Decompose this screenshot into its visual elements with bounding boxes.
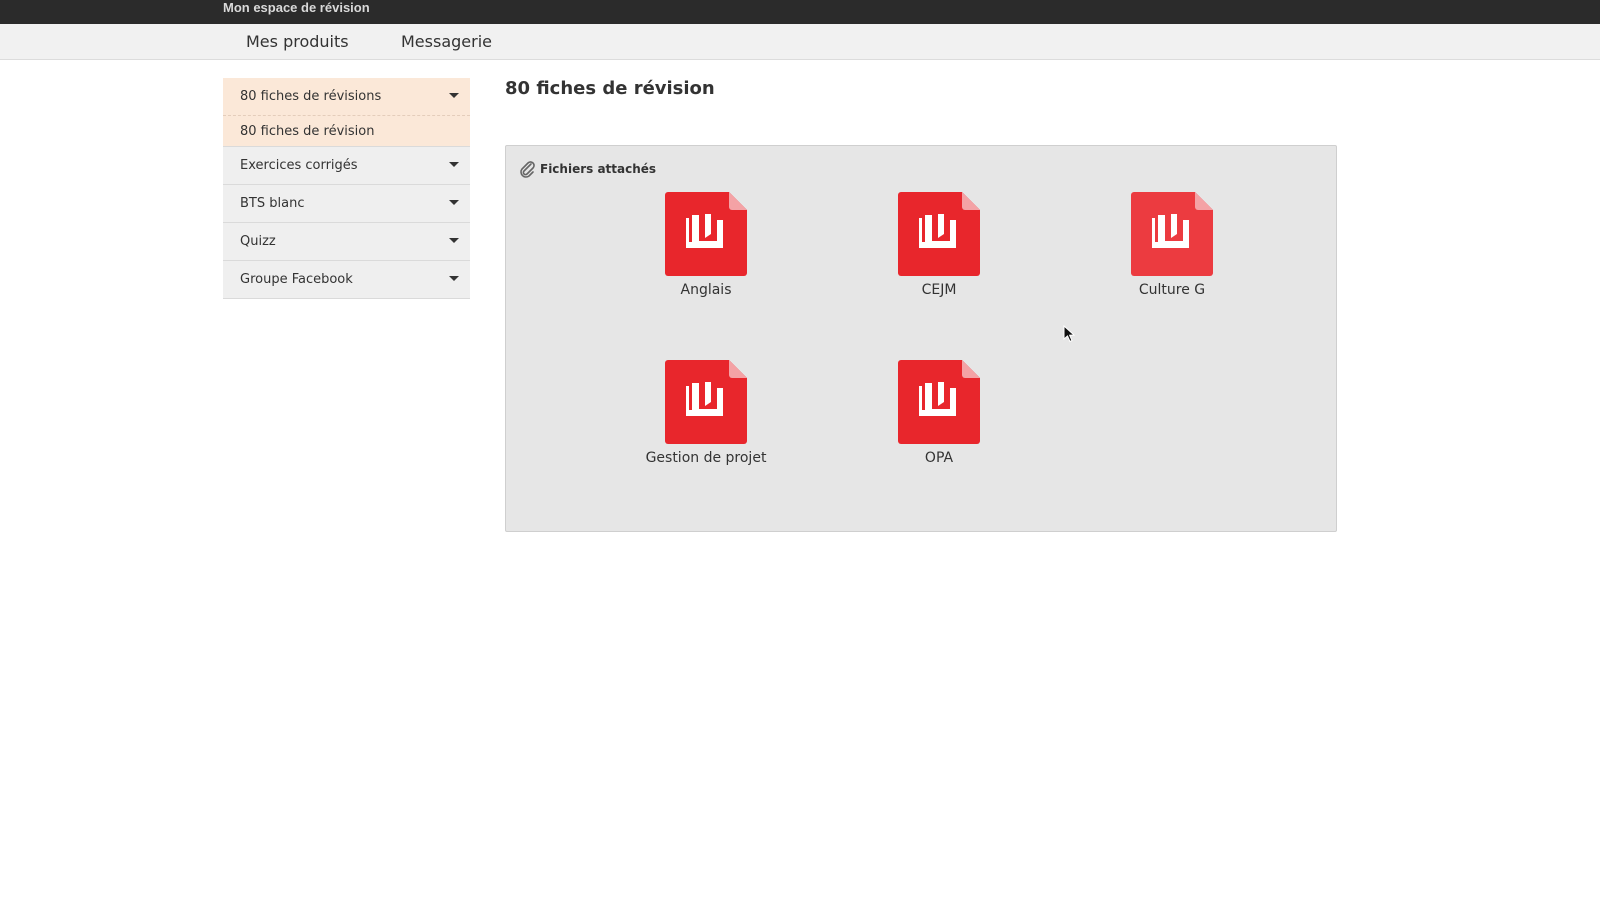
pdf-file-icon (898, 360, 980, 444)
file-name: Gestion de projet (645, 450, 767, 466)
main-nav: Mes produits Messagerie (0, 24, 1600, 60)
sidebar-item-label: Exercices corrigés (240, 158, 358, 173)
file-name: Anglais (680, 282, 732, 298)
file-name: Culture G (1138, 282, 1206, 298)
sidebar-item-label: 80 fiches de révisions (240, 89, 382, 104)
attached-files-panel: Fichiers attachés Anglais CEJM Culture G (505, 145, 1337, 532)
file-name: OPA (924, 450, 954, 466)
chevron-down-icon (449, 162, 459, 167)
paperclip-icon (520, 161, 535, 178)
chevron-down-icon (449, 200, 459, 205)
sidebar-item-bts-blanc[interactable]: BTS blanc (223, 185, 470, 223)
mouse-cursor-icon (1063, 325, 1076, 343)
file-gestion-de-projet[interactable]: Gestion de projet (621, 360, 791, 480)
chevron-down-icon (449, 276, 459, 281)
panel-title: Fichiers attachés (540, 162, 657, 176)
sidebar-item-label: Quizz (240, 234, 276, 249)
sidebar: 80 fiches de révisions 80 fiches de révi… (223, 78, 470, 299)
file-name: CEJM (921, 282, 957, 298)
panel-header: Fichiers attachés (518, 160, 656, 178)
nav-messagerie[interactable]: Messagerie (401, 24, 492, 60)
sidebar-item-exercices-corriges[interactable]: Exercices corrigés (223, 147, 470, 185)
pdf-file-icon (665, 360, 747, 444)
app-title: Mon espace de révision (223, 0, 370, 15)
chevron-down-icon (449, 93, 459, 98)
sidebar-item-label: Groupe Facebook (240, 272, 353, 287)
file-anglais[interactable]: Anglais (621, 192, 791, 312)
pdf-file-icon (665, 192, 747, 276)
file-culture-g[interactable]: Culture G (1087, 192, 1257, 312)
top-bar: Mon espace de révision (0, 0, 1600, 24)
sidebar-subitem-label: 80 fiches de révision (240, 124, 375, 139)
file-cejm[interactable]: CEJM (854, 192, 1024, 312)
nav-mes-produits[interactable]: Mes produits (246, 24, 349, 60)
sidebar-subitem-fiches-revision[interactable]: 80 fiches de révision (223, 116, 470, 147)
pdf-file-icon (1131, 192, 1213, 276)
file-opa[interactable]: OPA (854, 360, 1024, 480)
sidebar-item-groupe-facebook[interactable]: Groupe Facebook (223, 261, 470, 299)
page-title: 80 fiches de révision (505, 78, 715, 99)
sidebar-item-quizz[interactable]: Quizz (223, 223, 470, 261)
pdf-file-icon (898, 192, 980, 276)
sidebar-item-label: BTS blanc (240, 196, 305, 211)
chevron-down-icon (449, 238, 459, 243)
sidebar-item-fiches-revisions[interactable]: 80 fiches de révisions (223, 78, 470, 116)
